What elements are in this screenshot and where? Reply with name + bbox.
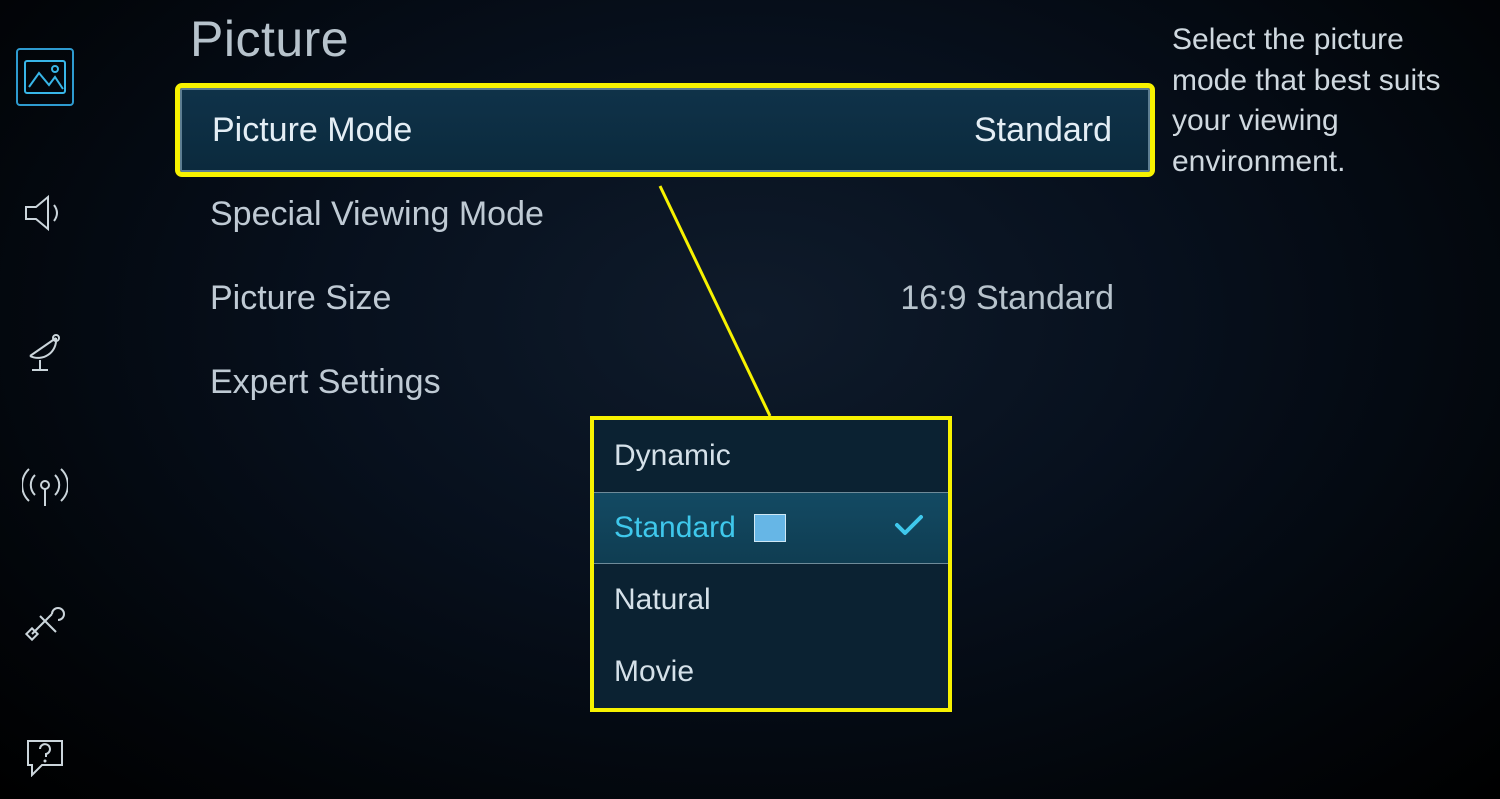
row-value: Standard — [974, 111, 1112, 150]
tools-icon — [22, 598, 68, 644]
sidebar-item-sound[interactable] — [16, 184, 74, 242]
dropdown-option-standard[interactable]: Standard — [594, 492, 948, 564]
sidebar-item-support[interactable] — [16, 728, 74, 786]
help-bubble-icon — [22, 737, 68, 777]
row-label: Special Viewing Mode — [210, 195, 544, 234]
dropdown-option-label: Standard — [614, 511, 736, 545]
dropdown-option-label: Dynamic — [614, 439, 731, 473]
sidebar-rail — [0, 0, 90, 799]
row-expert-settings[interactable]: Expert Settings — [180, 340, 1150, 424]
satellite-dish-icon — [22, 326, 68, 372]
row-special-viewing-mode[interactable]: Special Viewing Mode — [180, 172, 1150, 256]
check-icon — [894, 511, 924, 545]
energy-star-icon — [754, 514, 786, 542]
settings-rows: Picture Mode Standard Special Viewing Mo… — [180, 88, 1150, 424]
row-picture-size[interactable]: Picture Size 16:9 Standard — [180, 256, 1150, 340]
help-text: Select the picture mode that best suits … — [1172, 20, 1482, 182]
page-title: Picture — [190, 10, 1150, 68]
broadcast-antenna-icon — [22, 462, 68, 508]
sidebar-item-broadcast[interactable] — [16, 320, 74, 378]
sidebar-item-system[interactable] — [16, 592, 74, 650]
settings-panel: Picture Picture Mode Standard Special Vi… — [180, 10, 1150, 424]
dropdown-option-natural[interactable]: Natural — [594, 564, 948, 636]
picture-icon — [23, 59, 67, 95]
row-label: Picture Mode — [212, 111, 412, 150]
dropdown-option-label: Movie — [614, 655, 694, 689]
sidebar-item-picture[interactable] — [16, 48, 74, 106]
dropdown-option-label: Natural — [614, 583, 711, 617]
row-label: Picture Size — [210, 279, 391, 318]
speaker-icon — [22, 193, 68, 233]
dropdown-option-dynamic[interactable]: Dynamic — [594, 420, 948, 492]
row-value: 16:9 Standard — [900, 279, 1114, 318]
sidebar-item-network[interactable] — [16, 456, 74, 514]
dropdown-option-movie[interactable]: Movie — [594, 636, 948, 708]
row-label: Expert Settings — [210, 363, 441, 402]
row-picture-mode[interactable]: Picture Mode Standard — [180, 88, 1150, 172]
picture-mode-dropdown: Dynamic Standard Natural Movie — [590, 416, 952, 712]
